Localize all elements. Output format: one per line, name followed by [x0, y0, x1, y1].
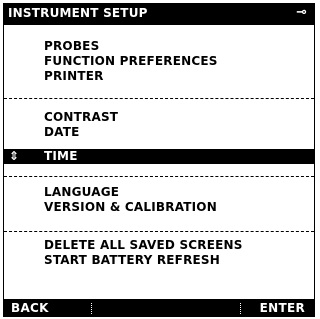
- up-down-arrow-icon: ⇕: [9, 149, 20, 163]
- menu-item-time-selected[interactable]: ⇕ TIME: [4, 149, 314, 164]
- back-button[interactable]: BACK: [11, 301, 49, 315]
- menu-separator: [4, 176, 314, 177]
- menu-frame: PROBES FUNCTION PREFERENCES PRINTER CONT…: [3, 25, 315, 299]
- menu-item-probes[interactable]: PROBES: [44, 39, 99, 53]
- instrument-setup-screen: INSTRUMENT SETUP ⊸ PROBES FUNCTION PREFE…: [0, 0, 320, 319]
- power-plug-icon: ⊸: [296, 5, 307, 20]
- enter-button[interactable]: ENTER: [260, 301, 305, 315]
- menu-item-printer[interactable]: PRINTER: [44, 69, 104, 83]
- menu-item-contrast[interactable]: CONTRAST: [44, 110, 118, 124]
- menu-item-start-battery-refresh[interactable]: START BATTERY REFRESH: [44, 253, 220, 267]
- softkey-divider: [91, 303, 92, 314]
- menu-separator: [4, 231, 314, 232]
- title-bar: INSTRUMENT SETUP ⊸: [3, 3, 315, 25]
- menu-item-function-preferences[interactable]: FUNCTION PREFERENCES: [44, 54, 218, 68]
- softkey-divider: [240, 303, 241, 314]
- menu-item-date[interactable]: DATE: [44, 125, 80, 139]
- menu-item-delete-all-saved-screens[interactable]: DELETE ALL SAVED SCREENS: [44, 238, 243, 252]
- menu-item-time: TIME: [44, 149, 78, 163]
- menu-separator: [4, 98, 314, 99]
- menu-item-version-calibration[interactable]: VERSION & CALIBRATION: [44, 200, 217, 214]
- softkey-bar: BACK ENTER: [3, 299, 315, 317]
- menu-item-language[interactable]: LANGUAGE: [44, 185, 119, 199]
- page-title: INSTRUMENT SETUP: [8, 6, 148, 20]
